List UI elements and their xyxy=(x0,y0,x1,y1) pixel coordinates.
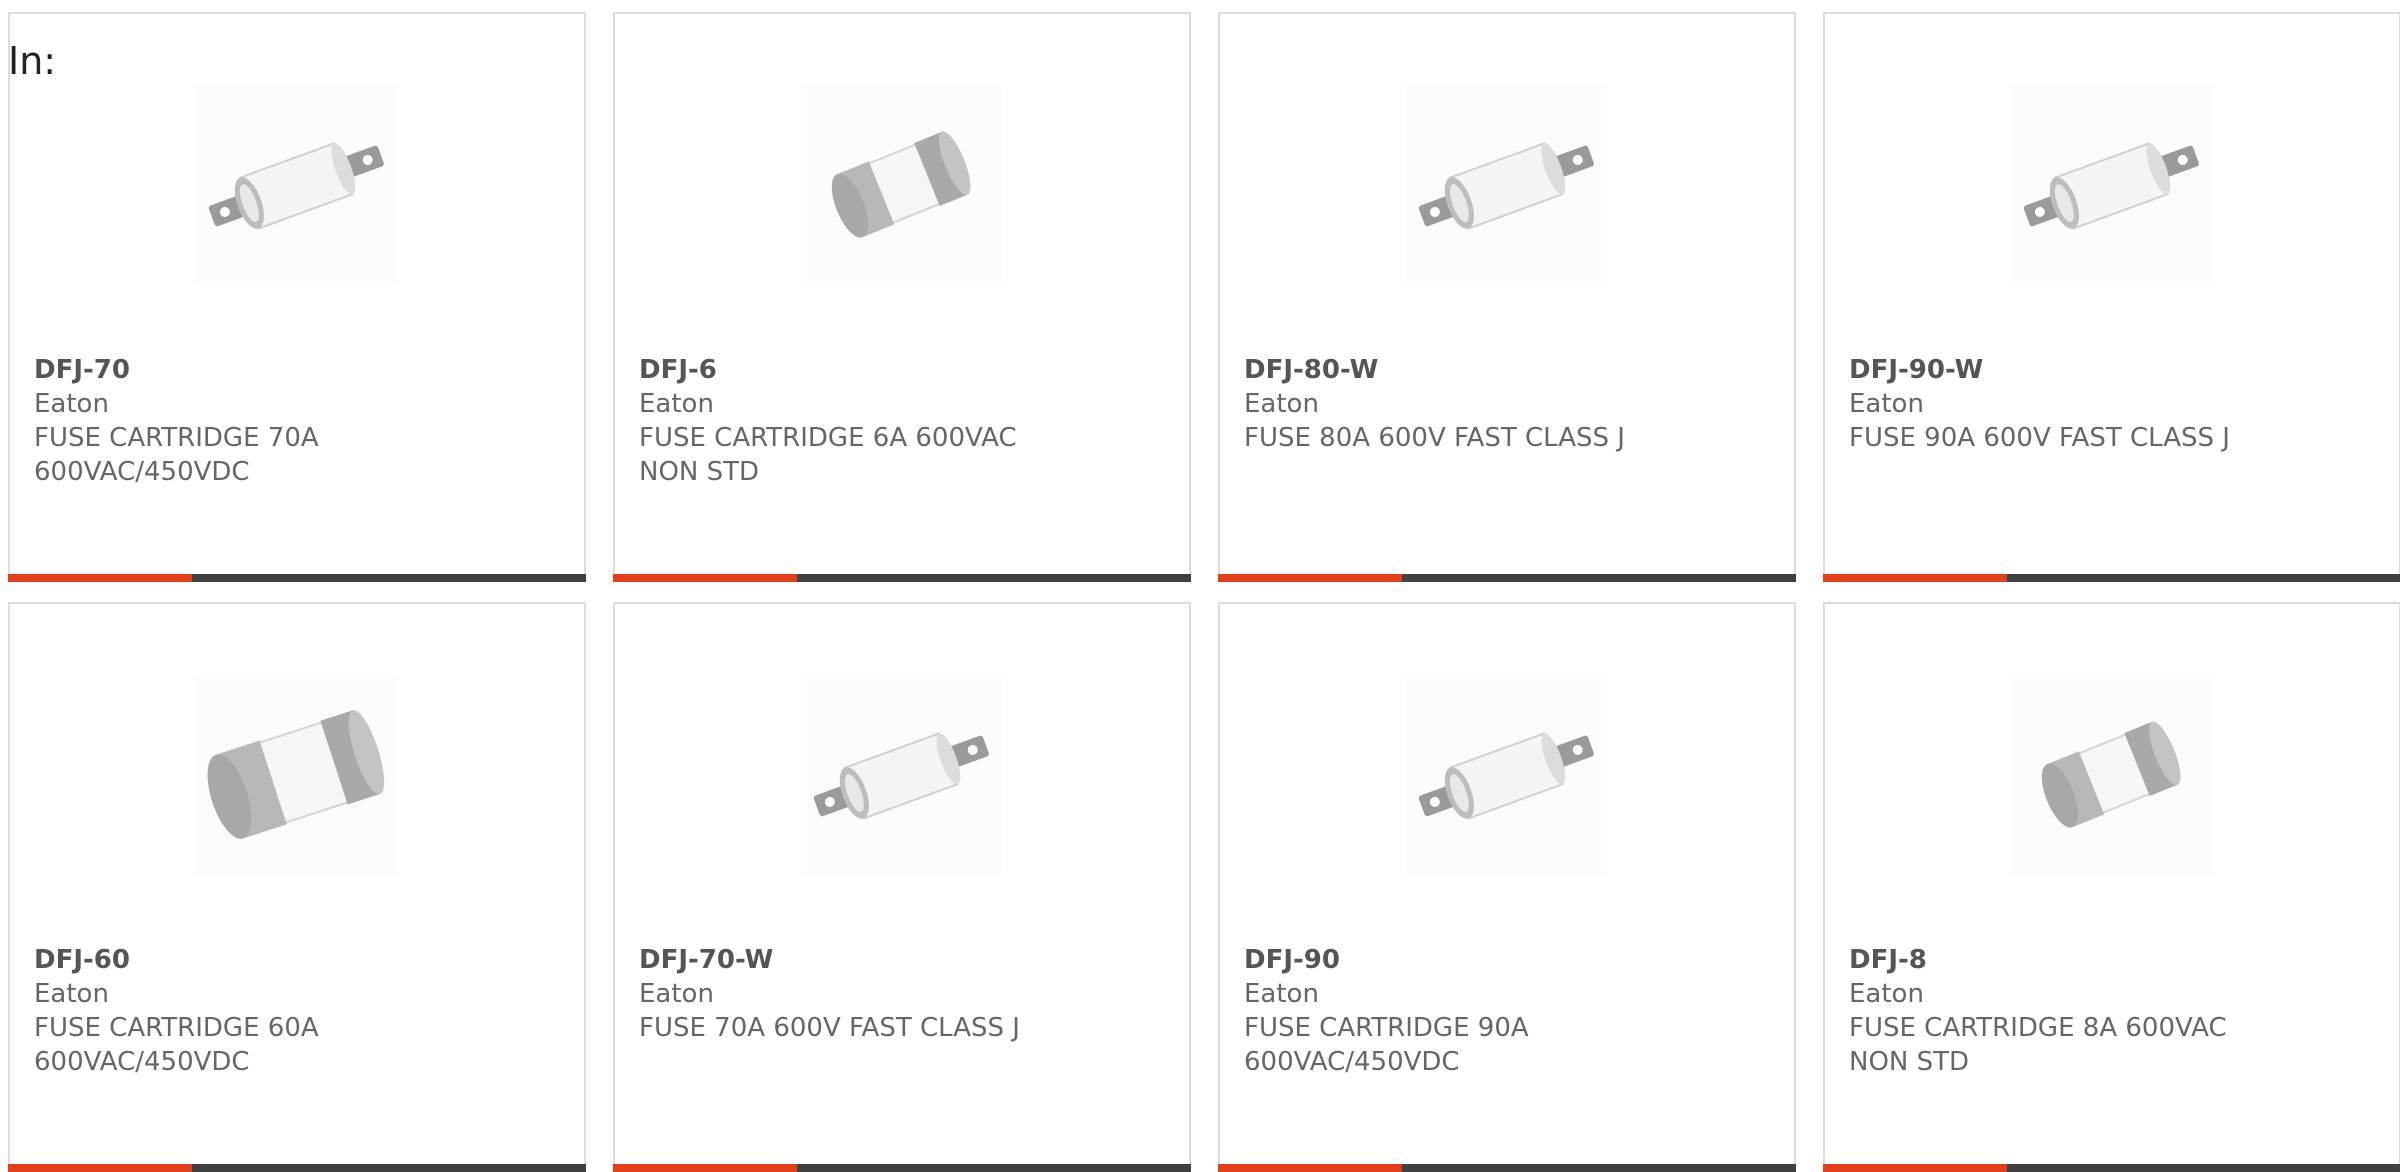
card-footer-bar xyxy=(613,1164,1191,1172)
filter-in-label: In: xyxy=(8,39,57,83)
product-info: DFJ-70-W Eaton FUSE 70A 600V FAST CLASS … xyxy=(639,943,1165,1045)
brand-name: Eaton xyxy=(1244,979,1319,1009)
part-number[interactable]: DFJ-60 xyxy=(34,943,560,977)
brand-name: Eaton xyxy=(1244,389,1319,419)
product-description: FUSE 90A 600V FAST CLASS J xyxy=(1849,423,2230,453)
product-info: DFJ-6 Eaton FUSE CARTRIDGE 6A 600VAC NON… xyxy=(639,353,1165,489)
part-number[interactable]: DFJ-8 xyxy=(1849,943,2375,977)
fuse-ferrule-icon xyxy=(831,131,971,238)
product-card[interactable]: DFJ-80-W Eaton FUSE 80A 600V FAST CLASS … xyxy=(1218,12,1796,582)
brand-name: Eaton xyxy=(34,979,109,1009)
product-card[interactable]: DFJ-70-W Eaton FUSE 70A 600V FAST CLASS … xyxy=(613,602,1191,1172)
fuse-bolt-tab-icon xyxy=(813,732,989,820)
part-number[interactable]: DFJ-6 xyxy=(639,353,1165,387)
card-accent-bar xyxy=(8,1164,192,1172)
fuse-bolt-tab-icon xyxy=(2023,142,2199,230)
product-info: DFJ-90-W Eaton FUSE 90A 600V FAST CLASS … xyxy=(1849,353,2375,455)
brand-name: Eaton xyxy=(1849,389,1924,419)
card-footer-bar xyxy=(1823,1164,2400,1172)
card-accent-bar xyxy=(1823,574,2007,582)
card-footer-bar xyxy=(1218,1164,1796,1172)
fuse-bolt-tab-icon xyxy=(208,142,384,230)
product-description: FUSE CARTRIDGE 6A 600VAC NON STD xyxy=(639,423,1017,487)
product-card[interactable]: DFJ-60 Eaton FUSE CARTRIDGE 60A 600VAC/4… xyxy=(8,602,586,1172)
product-card[interactable]: DFJ-90-W Eaton FUSE 90A 600V FAST CLASS … xyxy=(1823,12,2400,582)
product-image[interactable] xyxy=(196,675,396,875)
product-description: FUSE 70A 600V FAST CLASS J xyxy=(639,1013,1020,1043)
product-card[interactable]: DFJ-70 Eaton FUSE CARTRIDGE 70A 600VAC/4… xyxy=(8,12,586,582)
product-description: FUSE CARTRIDGE 70A 600VAC/450VDC xyxy=(34,423,319,487)
card-accent-bar xyxy=(613,574,797,582)
product-description: FUSE CARTRIDGE 90A 600VAC/450VDC xyxy=(1244,1013,1529,1077)
card-accent-bar xyxy=(1218,1164,1402,1172)
card-accent-bar xyxy=(1823,1164,2007,1172)
product-image[interactable] xyxy=(801,85,1001,285)
product-info: DFJ-90 Eaton FUSE CARTRIDGE 90A 600VAC/4… xyxy=(1244,943,1770,1079)
card-footer-bar xyxy=(613,574,1191,582)
card-footer-bar xyxy=(1218,574,1796,582)
product-image[interactable] xyxy=(801,675,1001,875)
product-description: FUSE 80A 600V FAST CLASS J xyxy=(1244,423,1625,453)
card-footer-bar xyxy=(8,574,586,582)
fuse-ferrule-icon xyxy=(207,710,385,839)
product-info: DFJ-80-W Eaton FUSE 80A 600V FAST CLASS … xyxy=(1244,353,1770,455)
part-number[interactable]: DFJ-90 xyxy=(1244,943,1770,977)
product-description: FUSE CARTRIDGE 60A 600VAC/450VDC xyxy=(34,1013,319,1077)
fuse-bolt-tab-icon xyxy=(1418,732,1594,820)
product-card[interactable]: DFJ-90 Eaton FUSE CARTRIDGE 90A 600VAC/4… xyxy=(1218,602,1796,1172)
product-image[interactable] xyxy=(1406,85,1606,285)
brand-name: Eaton xyxy=(639,979,714,1009)
product-grid: DFJ-70 Eaton FUSE CARTRIDGE 70A 600VAC/4… xyxy=(8,12,2400,1172)
card-footer-bar xyxy=(1823,574,2400,582)
part-number[interactable]: DFJ-80-W xyxy=(1244,353,1770,387)
brand-name: Eaton xyxy=(34,389,109,419)
product-info: DFJ-60 Eaton FUSE CARTRIDGE 60A 600VAC/4… xyxy=(34,943,560,1079)
product-info: DFJ-70 Eaton FUSE CARTRIDGE 70A 600VAC/4… xyxy=(34,353,560,489)
product-image[interactable] xyxy=(2011,85,2211,285)
product-card[interactable]: DFJ-8 Eaton FUSE CARTRIDGE 8A 600VAC NON… xyxy=(1823,602,2400,1172)
product-card[interactable]: DFJ-6 Eaton FUSE CARTRIDGE 6A 600VAC NON… xyxy=(613,12,1191,582)
part-number[interactable]: DFJ-90-W xyxy=(1849,353,2375,387)
part-number[interactable]: DFJ-70-W xyxy=(639,943,1165,977)
card-footer-bar xyxy=(8,1164,586,1172)
brand-name: Eaton xyxy=(1849,979,1924,1009)
card-accent-bar xyxy=(1218,574,1402,582)
product-description: FUSE CARTRIDGE 8A 600VAC NON STD xyxy=(1849,1013,2227,1077)
brand-name: Eaton xyxy=(639,389,714,419)
product-image[interactable] xyxy=(1406,675,1606,875)
product-image[interactable] xyxy=(2011,675,2211,875)
card-accent-bar xyxy=(8,574,192,582)
product-image[interactable] xyxy=(196,85,396,285)
product-info: DFJ-8 Eaton FUSE CARTRIDGE 8A 600VAC NON… xyxy=(1849,943,2375,1079)
fuse-bolt-tab-icon xyxy=(1418,142,1594,230)
card-accent-bar xyxy=(613,1164,797,1172)
fuse-ferrule-icon xyxy=(2041,721,2181,828)
part-number[interactable]: DFJ-70 xyxy=(34,353,560,387)
